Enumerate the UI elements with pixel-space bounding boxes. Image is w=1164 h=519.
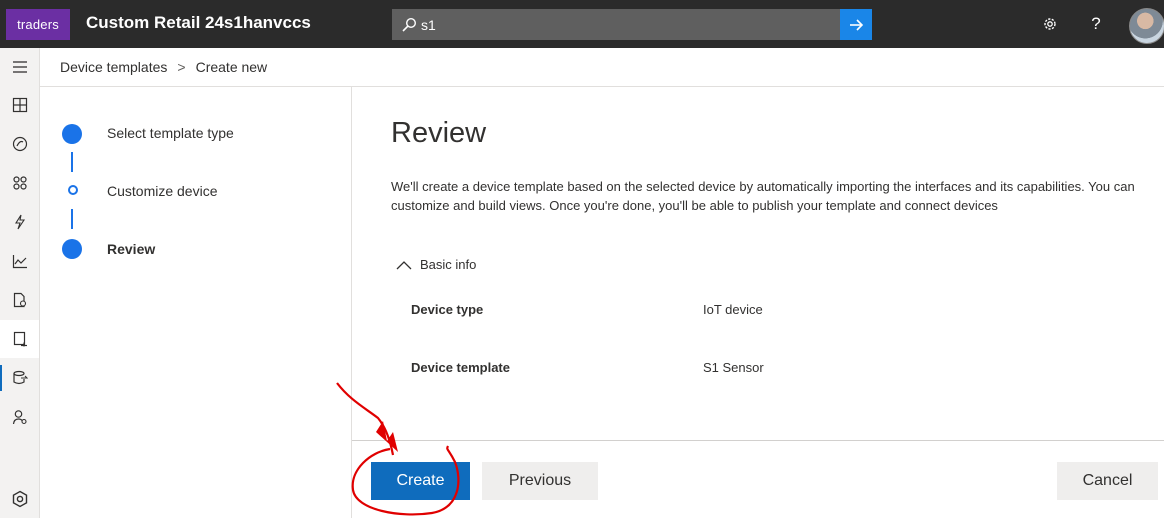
data-export-icon — [12, 370, 28, 385]
settings-button[interactable] — [1038, 12, 1062, 36]
hexagon-settings-icon — [12, 490, 27, 508]
device-type-label: Device type — [411, 302, 484, 317]
page-title: Review — [391, 117, 487, 149]
jobs-icon — [13, 292, 26, 308]
cancel-button[interactable]: Cancel — [1057, 462, 1158, 500]
device-template-label: Device template — [411, 360, 510, 375]
nav-dashboard[interactable] — [0, 86, 39, 124]
help-button[interactable]: ? — [1084, 12, 1108, 36]
search-submit-button[interactable] — [840, 9, 872, 40]
breadcrumb-current: Create new — [195, 59, 268, 75]
nav-rules[interactable] — [0, 203, 39, 241]
search-input[interactable] — [421, 16, 821, 33]
avatar[interactable] — [1129, 8, 1164, 44]
gear-icon — [1044, 18, 1056, 30]
chevron-up-icon — [396, 260, 412, 269]
step-select-template-type[interactable]: Select template type — [107, 125, 234, 141]
device-template-value: S1 Sensor — [703, 360, 764, 375]
step-review[interactable]: Review — [107, 241, 155, 257]
top-bar: traders Custom Retail 24s1hanvccs ? — [0, 0, 1164, 48]
rules-icon — [14, 214, 25, 230]
step-connector — [71, 209, 73, 229]
review-description: We'll create a device template based on … — [391, 179, 1135, 213]
nav-analytics[interactable] — [0, 242, 39, 280]
arrow-right-icon — [850, 18, 864, 31]
step-connector — [71, 152, 73, 172]
nav-data-export[interactable] — [0, 359, 39, 397]
dashboard-icon — [12, 97, 27, 113]
users-icon — [12, 410, 27, 425]
chevron-right-icon: > — [177, 59, 186, 75]
nav-users[interactable] — [0, 398, 39, 436]
previous-button[interactable]: Previous — [482, 462, 598, 500]
breadcrumb: Device templates > Create new — [40, 48, 1164, 87]
nav-device-templates[interactable] — [0, 320, 39, 358]
breadcrumb-device-templates[interactable]: Device templates — [60, 59, 167, 75]
step-pending-icon — [68, 185, 78, 195]
search-icon — [401, 17, 417, 33]
menu-toggle-button[interactable] — [0, 48, 39, 86]
basic-info-toggle[interactable]: Basic info — [396, 257, 476, 272]
section-label: Basic info — [420, 257, 477, 272]
logo-text: traders — [17, 17, 59, 32]
create-button[interactable]: Create — [371, 462, 470, 500]
nav-devices[interactable] — [0, 125, 39, 163]
wizard-steps: Select template type Customize device Re… — [40, 87, 352, 518]
analytics-icon — [12, 255, 27, 269]
wizard-footer: Create Previous Cancel — [352, 440, 1164, 519]
nav-settings[interactable] — [0, 480, 39, 518]
app-logo[interactable]: traders — [6, 9, 70, 40]
nav-jobs[interactable] — [0, 281, 39, 319]
device-groups-icon — [12, 176, 27, 190]
nav-device-groups[interactable] — [0, 164, 39, 202]
app-title: Custom Retail 24s1hanvccs — [86, 13, 311, 32]
left-nav-rail — [0, 48, 40, 518]
step-current-icon — [62, 239, 82, 259]
help-icon: ? — [1091, 14, 1101, 33]
device-templates-icon — [13, 331, 27, 347]
devices-icon — [12, 136, 27, 152]
step-customize-device[interactable]: Customize device — [107, 183, 218, 199]
hamburger-icon — [12, 61, 27, 73]
search-box[interactable] — [392, 9, 840, 40]
device-type-value: IoT device — [703, 302, 763, 317]
step-complete-icon — [62, 124, 82, 144]
